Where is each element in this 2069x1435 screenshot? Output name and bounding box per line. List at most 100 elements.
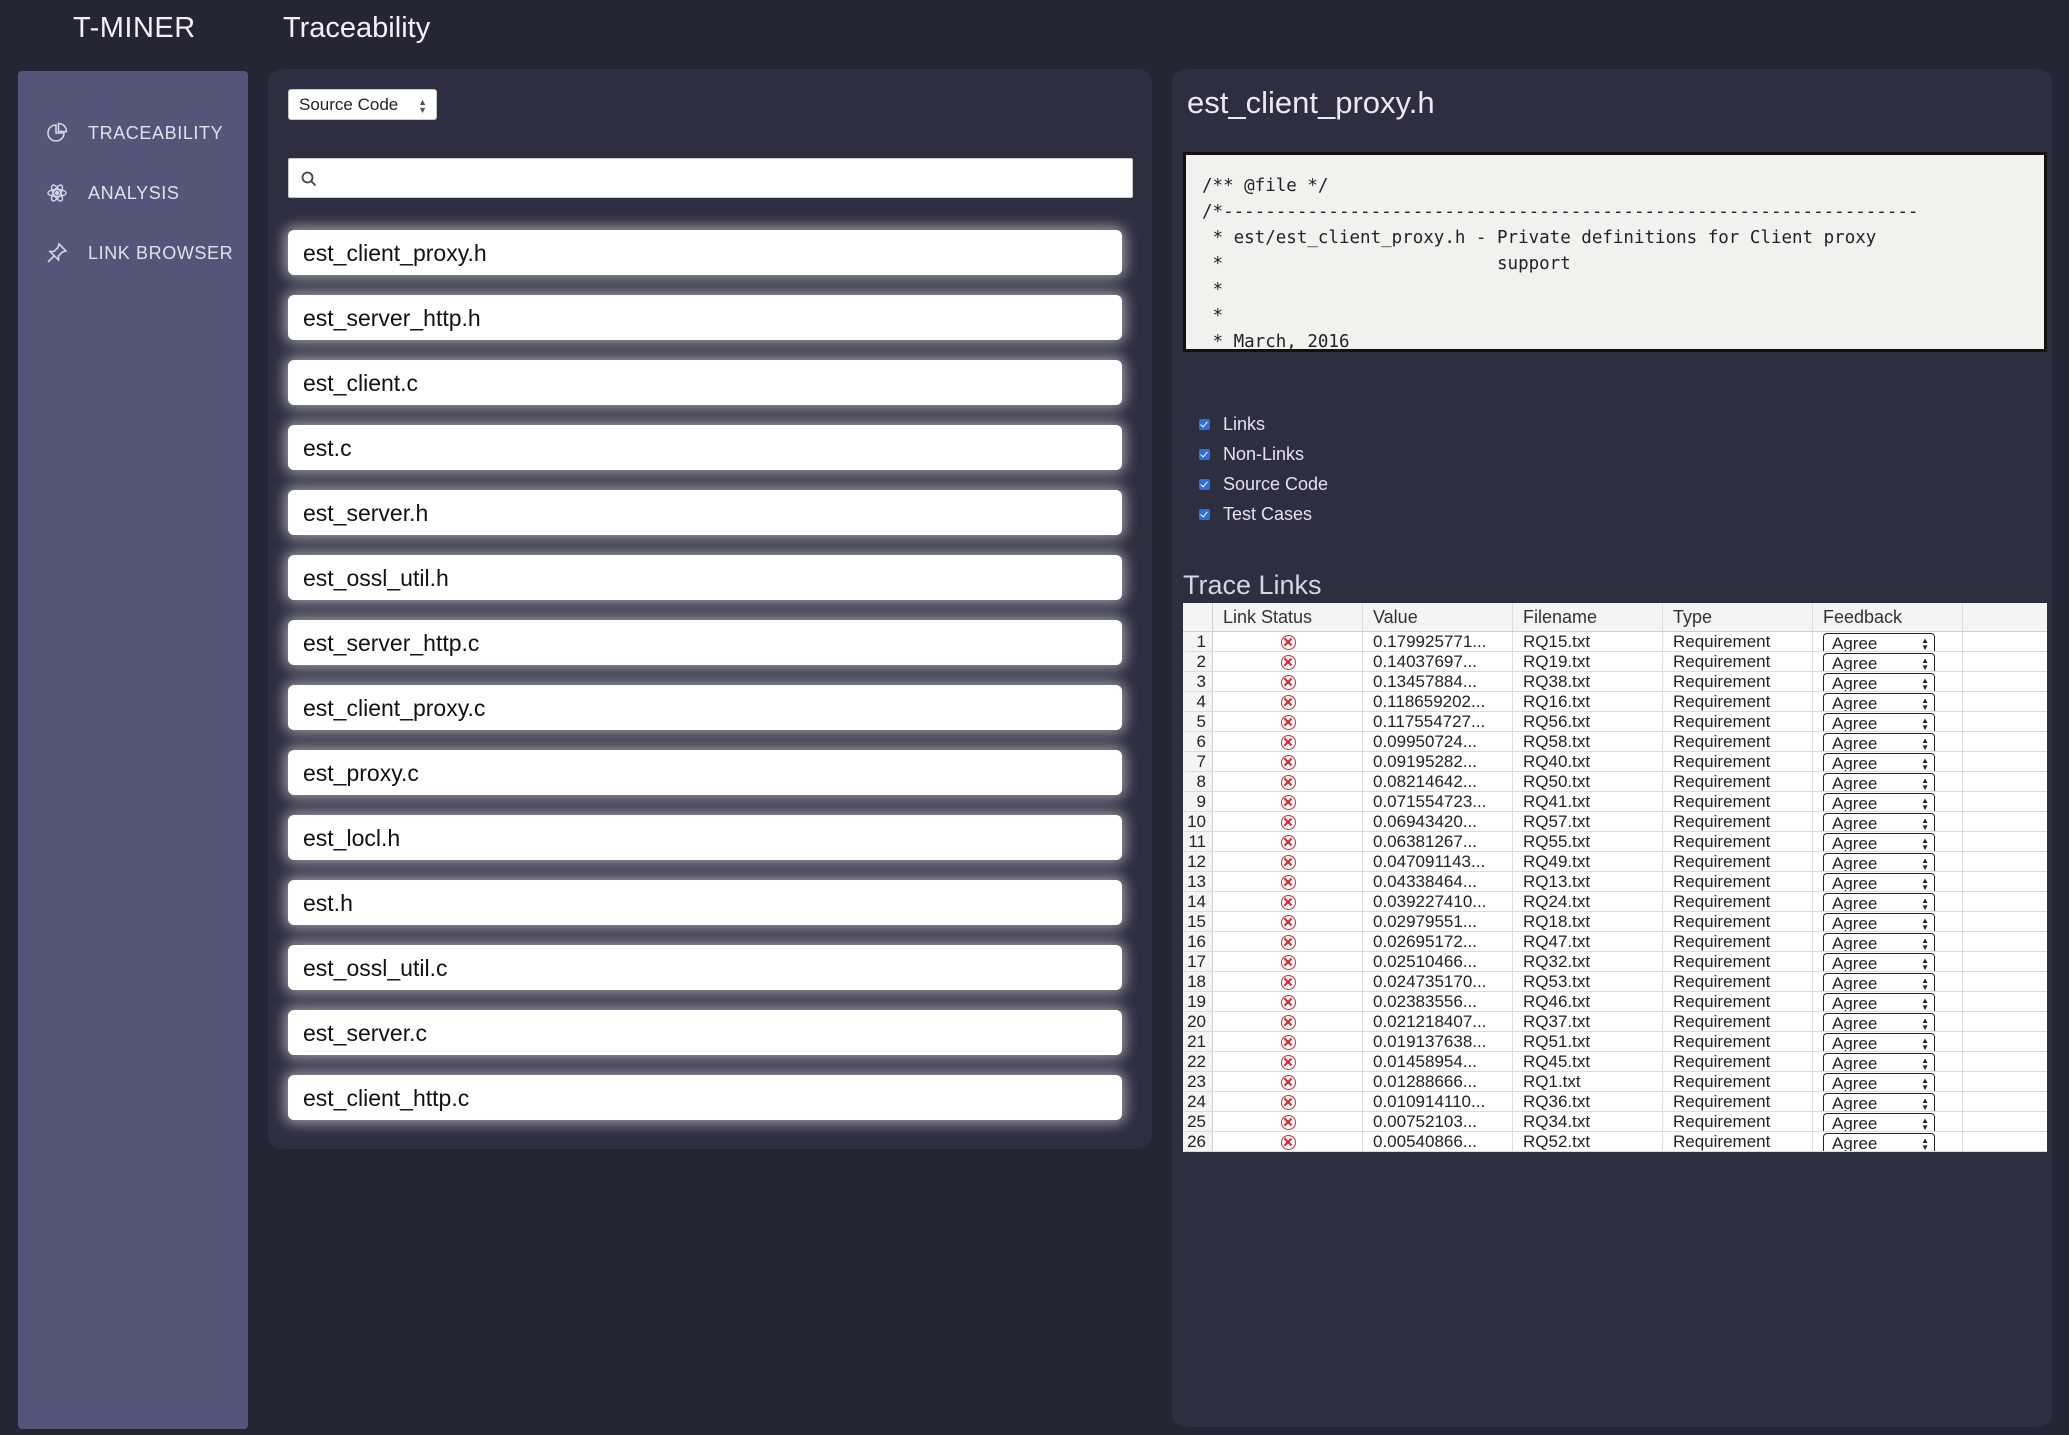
- select-arrows-icon: ▲ ▼: [1921, 1096, 1929, 1112]
- table-row[interactable]: 20 0.021218407... RQ37.txt Requirement Agree…: [1183, 1012, 2047, 1032]
- feedback-select[interactable]: Agree ▲ ▼: [1823, 773, 1935, 791]
- checkbox-checked-icon[interactable]: [1199, 478, 1210, 490]
- file-list-item[interactable]: est_locl.h: [288, 815, 1122, 860]
- table-row[interactable]: 16 0.02695172... RQ47.txt Requirement Agree ▲…: [1183, 932, 2047, 952]
- feedback-select[interactable]: Agree ▲ ▼: [1823, 1133, 1935, 1151]
- search-field[interactable]: [288, 158, 1133, 198]
- table-row[interactable]: 5 0.117554727... RQ56.txt Requirement Agree ▲…: [1183, 712, 2047, 732]
- feedback-select[interactable]: Agree ▲ ▼: [1823, 953, 1935, 971]
- table-row[interactable]: 18 0.024735170... RQ53.txt Requirement Agree…: [1183, 972, 2047, 992]
- feedback-select[interactable]: Agree ▲ ▼: [1823, 733, 1935, 751]
- value-cell: 0.01288666...: [1363, 1072, 1513, 1091]
- not-linked-icon: [1281, 835, 1296, 850]
- filter-links[interactable]: Links: [1199, 409, 1328, 439]
- file-list-item[interactable]: est_client_proxy.h: [288, 230, 1122, 275]
- feedback-select[interactable]: Agree ▲ ▼: [1823, 913, 1935, 931]
- feedback-select[interactable]: Agree ▲ ▼: [1823, 993, 1935, 1011]
- feedback-select[interactable]: Agree ▲ ▼: [1823, 793, 1935, 811]
- table-row[interactable]: 15 0.02979551... RQ18.txt Requirement Agree ▲…: [1183, 912, 2047, 932]
- header-feedback[interactable]: Feedback: [1813, 603, 1963, 631]
- table-row[interactable]: 21 0.019137638... RQ51.txt Requirement Agree…: [1183, 1032, 2047, 1052]
- table-row[interactable]: 1 0.179925771... RQ15.txt Requirement Agree ▲…: [1183, 632, 2047, 652]
- not-linked-icon: [1281, 1035, 1296, 1050]
- file-list-item[interactable]: est.c: [288, 425, 1122, 470]
- feedback-select[interactable]: Agree ▲ ▼: [1823, 1093, 1935, 1111]
- file-list-item[interactable]: est_client_proxy.c: [288, 685, 1122, 730]
- file-list-item[interactable]: est_server_http.c: [288, 620, 1122, 665]
- table-row[interactable]: 8 0.08214642... RQ50.txt Requirement Agree ▲ ▼: [1183, 772, 2047, 792]
- file-list-item[interactable]: est_client.c: [288, 360, 1122, 405]
- sidebar-item-link-browser[interactable]: LINK BROWSER: [18, 223, 248, 283]
- search-input[interactable]: [327, 163, 1122, 193]
- header-value[interactable]: Value: [1363, 603, 1513, 631]
- file-list-item[interactable]: est_client_http.c: [288, 1075, 1122, 1120]
- feedback-select[interactable]: Agree ▲ ▼: [1823, 813, 1935, 831]
- feedback-select[interactable]: Agree ▲ ▼: [1823, 1033, 1935, 1051]
- sidebar-item-analysis[interactable]: ANALYSIS: [18, 163, 248, 223]
- file-list-item[interactable]: est_server.c: [288, 1010, 1122, 1055]
- feedback-select[interactable]: Agree ▲ ▼: [1823, 1113, 1935, 1131]
- feedback-select[interactable]: Agree ▲ ▼: [1823, 1013, 1935, 1031]
- checkbox-checked-icon[interactable]: [1199, 508, 1210, 520]
- table-row[interactable]: 7 0.09195282... RQ40.txt Requirement Agree ▲ ▼: [1183, 752, 2047, 772]
- table-row[interactable]: 19 0.02383556... RQ46.txt Requirement Agree ▲…: [1183, 992, 2047, 1012]
- feedback-select[interactable]: Agree ▲ ▼: [1823, 713, 1935, 731]
- feedback-select[interactable]: Agree ▲ ▼: [1823, 833, 1935, 851]
- table-row[interactable]: 26 0.00540866... RQ52.txt Requirement Agree ▲…: [1183, 1132, 2047, 1152]
- file-list-item[interactable]: est.h: [288, 880, 1122, 925]
- feedback-select[interactable]: Agree ▲ ▼: [1823, 653, 1935, 671]
- table-row[interactable]: 14 0.039227410... RQ24.txt Requirement Agree…: [1183, 892, 2047, 912]
- feedback-select[interactable]: Agree ▲ ▼: [1823, 933, 1935, 951]
- feedback-select[interactable]: Agree ▲ ▼: [1823, 973, 1935, 991]
- code-viewer[interactable]: /** @file */ /*-------------------------…: [1183, 152, 2047, 352]
- filter-source-code[interactable]: Source Code: [1199, 469, 1328, 499]
- file-list-item[interactable]: est_ossl_util.h: [288, 555, 1122, 600]
- not-linked-icon: [1281, 795, 1296, 810]
- table-row[interactable]: 10 0.06943420... RQ57.txt Requirement Agree ▲…: [1183, 812, 2047, 832]
- feedback-select[interactable]: Agree ▲ ▼: [1823, 1053, 1935, 1071]
- feedback-value: Agree: [1832, 934, 1878, 951]
- feedback-select[interactable]: Agree ▲ ▼: [1823, 673, 1935, 691]
- file-list-item[interactable]: est_ossl_util.c: [288, 945, 1122, 990]
- table-row[interactable]: 17 0.02510466... RQ32.txt Requirement Agree ▲…: [1183, 952, 2047, 972]
- table-row[interactable]: 2 0.14037697... RQ19.txt Requirement Agree ▲ ▼: [1183, 652, 2047, 672]
- feedback-select[interactable]: Agree ▲ ▼: [1823, 633, 1935, 651]
- feedback-cell: Agree ▲ ▼: [1813, 1032, 1963, 1051]
- feedback-select[interactable]: Agree ▲ ▼: [1823, 1073, 1935, 1091]
- table-row[interactable]: 6 0.09950724... RQ58.txt Requirement Agree ▲ ▼: [1183, 732, 2047, 752]
- checkbox-checked-icon[interactable]: [1199, 418, 1210, 430]
- not-linked-icon: [1281, 895, 1296, 910]
- table-row[interactable]: 23 0.01288666... RQ1.txt Requirement Agree ▲ ▼: [1183, 1072, 2047, 1092]
- table-row[interactable]: 11 0.06381267... RQ55.txt Requirement Agree ▲…: [1183, 832, 2047, 852]
- file-list-item[interactable]: est_proxy.c: [288, 750, 1122, 795]
- file-list-item[interactable]: est_server_http.h: [288, 295, 1122, 340]
- row-index: 22: [1183, 1052, 1213, 1071]
- table-row[interactable]: 13 0.04338464... RQ13.txt Requirement Agree ▲…: [1183, 872, 2047, 892]
- table-row[interactable]: 3 0.13457884... RQ38.txt Requirement Agree ▲ ▼: [1183, 672, 2047, 692]
- feedback-select[interactable]: Agree ▲ ▼: [1823, 693, 1935, 711]
- table-row[interactable]: 22 0.01458954... RQ45.txt Requirement Agree ▲…: [1183, 1052, 2047, 1072]
- table-row[interactable]: 25 0.00752103... RQ34.txt Requirement Agree ▲…: [1183, 1112, 2047, 1132]
- file-list-item[interactable]: est_server.h: [288, 490, 1122, 535]
- not-linked-icon: [1281, 995, 1296, 1010]
- feedback-cell: Agree ▲ ▼: [1813, 1112, 1963, 1131]
- feedback-select[interactable]: Agree ▲ ▼: [1823, 853, 1935, 871]
- table-row[interactable]: 9 0.071554723... RQ41.txt Requirement Agree ▲…: [1183, 792, 2047, 812]
- checkbox-checked-icon[interactable]: [1199, 448, 1210, 460]
- table-row[interactable]: 24 0.010914110... RQ36.txt Requirement Agree…: [1183, 1092, 2047, 1112]
- header-type[interactable]: Type: [1663, 603, 1813, 631]
- feedback-select[interactable]: Agree ▲ ▼: [1823, 873, 1935, 891]
- filter-non-links[interactable]: Non-Links: [1199, 439, 1328, 469]
- table-row[interactable]: 4 0.118659202... RQ16.txt Requirement Agree ▲…: [1183, 692, 2047, 712]
- table-row[interactable]: 12 0.047091143... RQ49.txt Requirement Agree…: [1183, 852, 2047, 872]
- feedback-value: Agree: [1832, 874, 1878, 891]
- feedback-value: Agree: [1832, 834, 1878, 851]
- artifact-type-select[interactable]: Source Code ▲ ▼: [288, 89, 437, 120]
- feedback-select[interactable]: Agree ▲ ▼: [1823, 753, 1935, 771]
- feedback-select[interactable]: Agree ▲ ▼: [1823, 893, 1935, 911]
- header-filename[interactable]: Filename: [1513, 603, 1663, 631]
- value-cell: 0.039227410...: [1363, 892, 1513, 911]
- filter-test-cases[interactable]: Test Cases: [1199, 499, 1328, 529]
- sidebar-item-traceability[interactable]: TRACEABILITY: [18, 103, 248, 163]
- header-link-status[interactable]: Link Status: [1213, 603, 1363, 631]
